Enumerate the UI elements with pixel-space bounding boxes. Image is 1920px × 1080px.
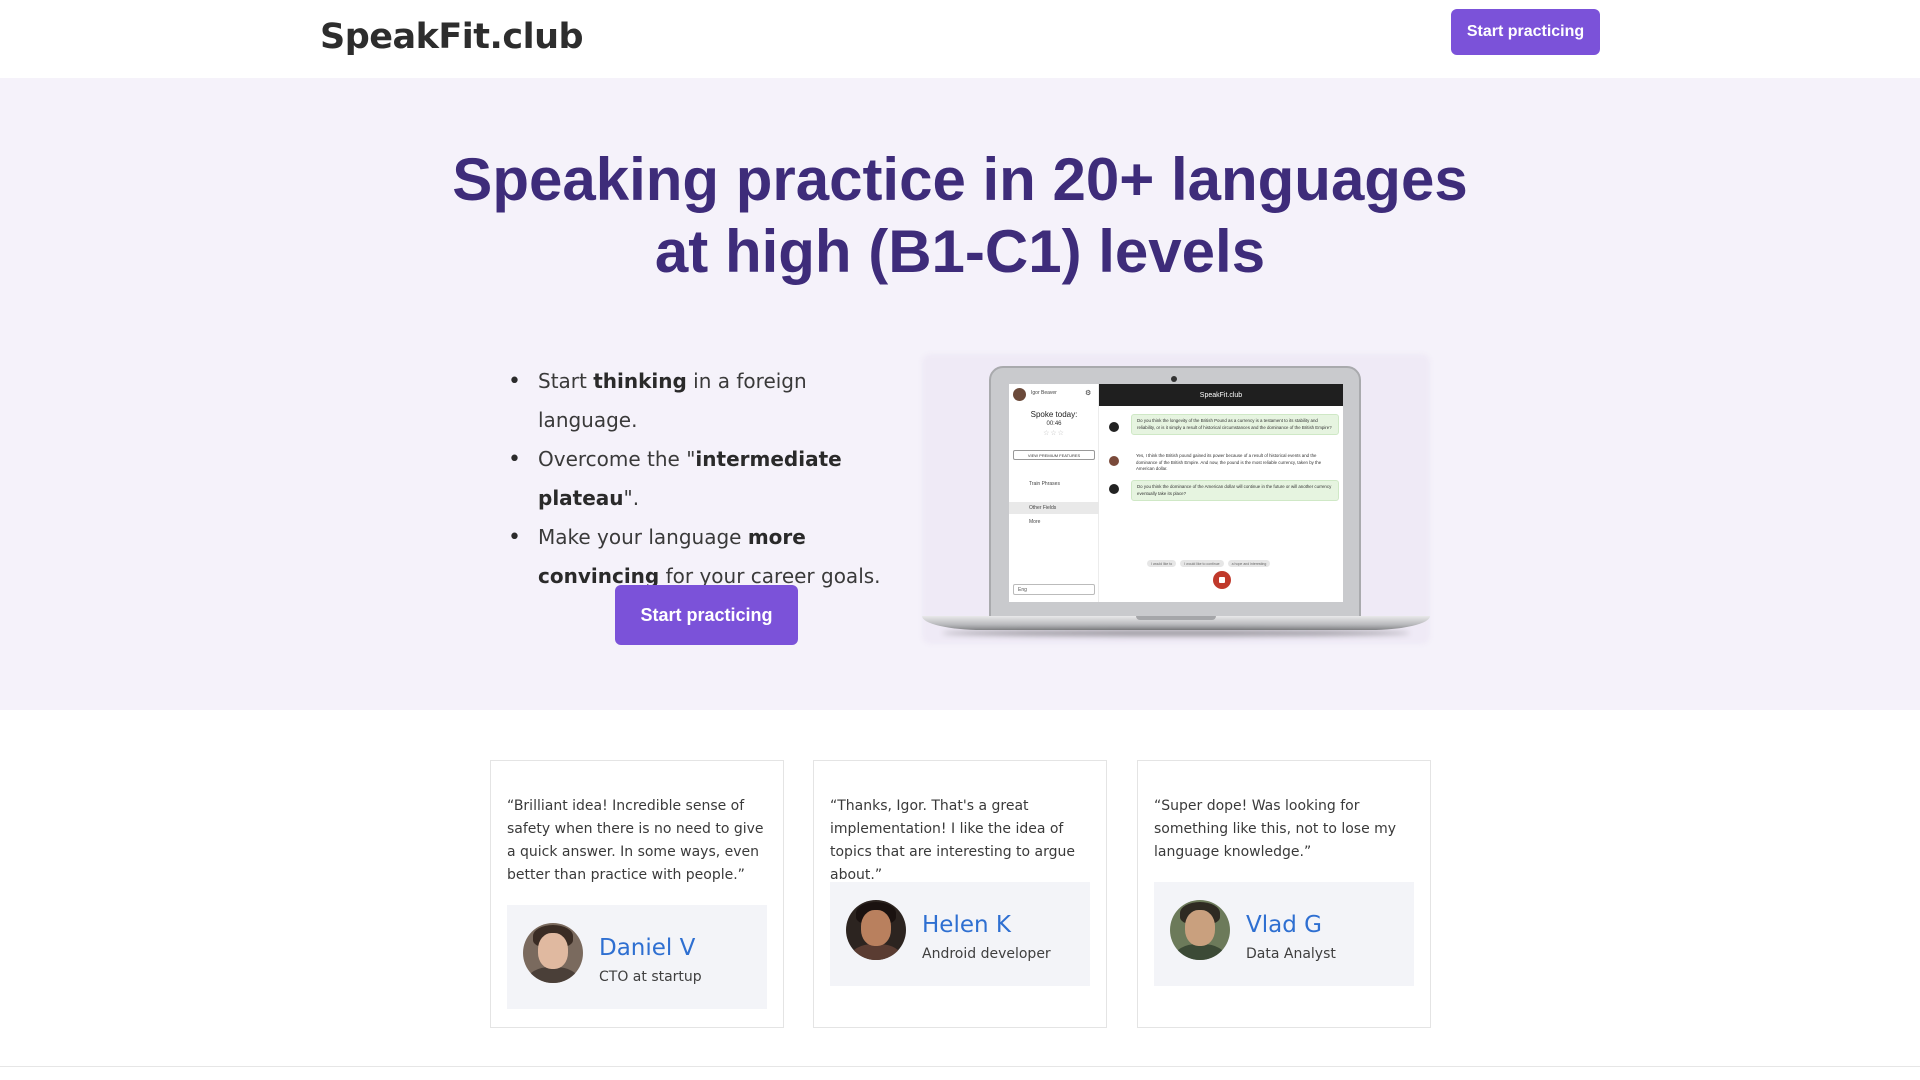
- testimonial-card: “Super dope! Was looking for something l…: [1137, 760, 1431, 1028]
- record-button-icon: [1213, 571, 1231, 589]
- app-sidebar: Igor Beaver ⚙ Spoke today: 00:46 ☆☆☆ VIE…: [1009, 384, 1099, 602]
- testimonial-author: Vlad G Data Analyst: [1154, 882, 1414, 986]
- avatar: [846, 900, 906, 960]
- testimonial-author-name[interactable]: Vlad G: [1246, 912, 1322, 938]
- bot-avatar-icon: [1109, 484, 1119, 494]
- app-chat-message: Do you think the longevity of the Britis…: [1131, 414, 1339, 435]
- avatar: [1170, 900, 1230, 960]
- app-topbar: SpeakFit.club: [1099, 384, 1343, 406]
- app-suggestion-chip: I would like to continue: [1180, 560, 1224, 567]
- testimonial-quote: “Brilliant idea! Incredible sense of saf…: [507, 798, 764, 883]
- bot-avatar-icon: [1109, 422, 1119, 432]
- hero-section: Speaking practice in 20+ languages at hi…: [0, 78, 1920, 710]
- app-user-name: Igor Beaver: [1031, 390, 1057, 396]
- site-header: SpeakFit.club Start practicing: [0, 0, 1920, 78]
- app-chat-message: Do you think the dominance of the Americ…: [1131, 480, 1339, 501]
- benefit-item: Start thinking in a foreign language.: [508, 362, 888, 440]
- app-suggestion-chip: a hope and interesting: [1227, 560, 1271, 567]
- app-premium-button: VIEW PREMIUM FEATURES: [1013, 450, 1095, 460]
- app-menu-item: More: [1029, 519, 1041, 525]
- section-divider: [0, 1066, 1920, 1067]
- benefits-list: Start thinking in a foreign language. Ov…: [508, 362, 888, 596]
- testimonial-card: “Thanks, Igor. That's a great implementa…: [813, 760, 1107, 1028]
- app-preview-laptop: Igor Beaver ⚙ Spoke today: 00:46 ☆☆☆ VIE…: [922, 354, 1430, 644]
- app-menu-item: Train Phrases: [1029, 481, 1060, 487]
- avatar: [523, 923, 583, 983]
- hero-title-line-2: at high (B1-C1) levels: [654, 218, 1266, 285]
- header-start-practicing-button[interactable]: Start practicing: [1451, 9, 1600, 55]
- testimonial-author-role: Data Analyst: [1246, 946, 1336, 962]
- site-logo[interactable]: SpeakFit.club: [320, 17, 584, 57]
- gear-icon: ⚙: [1085, 390, 1092, 397]
- app-menu-item: Other Fields: [1009, 502, 1099, 514]
- laptop-notch: [1136, 616, 1216, 620]
- app-spoke-today-label: Spoke today:: [1030, 410, 1078, 419]
- laptop-lid: Igor Beaver ⚙ Spoke today: 00:46 ☆☆☆ VIE…: [989, 366, 1361, 618]
- laptop-shadow: [942, 630, 1410, 636]
- app-suggestion-chips: I would like to I would like to continue…: [1147, 560, 1327, 567]
- hero-title: Speaking practice in 20+ languages at hi…: [360, 144, 1560, 288]
- hero-start-practicing-button[interactable]: Start practicing: [615, 585, 798, 645]
- app-user-avatar: [1013, 388, 1026, 401]
- testimonial-author-role: Android developer: [922, 946, 1051, 962]
- app-suggestion-chip: I would like to: [1147, 560, 1177, 567]
- app-chat-message: Yes, I think the British pound gained it…: [1131, 450, 1339, 476]
- testimonial-author-name[interactable]: Daniel V: [599, 935, 695, 961]
- testimonial-quote: “Super dope! Was looking for something l…: [1154, 798, 1397, 860]
- app-spoke-today-time: 00:46: [1046, 421, 1062, 427]
- testimonial-author-role: CTO at startup: [599, 969, 702, 985]
- hero-title-line-1: Speaking practice in 20+ languages: [452, 146, 1468, 213]
- app-screenshot: Igor Beaver ⚙ Spoke today: 00:46 ☆☆☆ VIE…: [1009, 384, 1343, 602]
- laptop-camera: [1171, 376, 1177, 382]
- testimonial-author-name[interactable]: Helen K: [922, 912, 1011, 938]
- testimonial-quote: “Thanks, Igor. That's a great implementa…: [830, 798, 1076, 883]
- app-language-select: Eng: [1013, 584, 1095, 595]
- benefit-item: Overcome the "intermediate plateau".: [508, 440, 888, 518]
- user-avatar-icon: [1109, 456, 1119, 466]
- testimonial-author: Helen K Android developer: [830, 882, 1090, 986]
- testimonial-card: “Brilliant idea! Incredible sense of saf…: [490, 760, 784, 1028]
- testimonial-author: Daniel V CTO at startup: [507, 905, 767, 1009]
- star-rating-icon: ☆☆☆: [1043, 430, 1065, 437]
